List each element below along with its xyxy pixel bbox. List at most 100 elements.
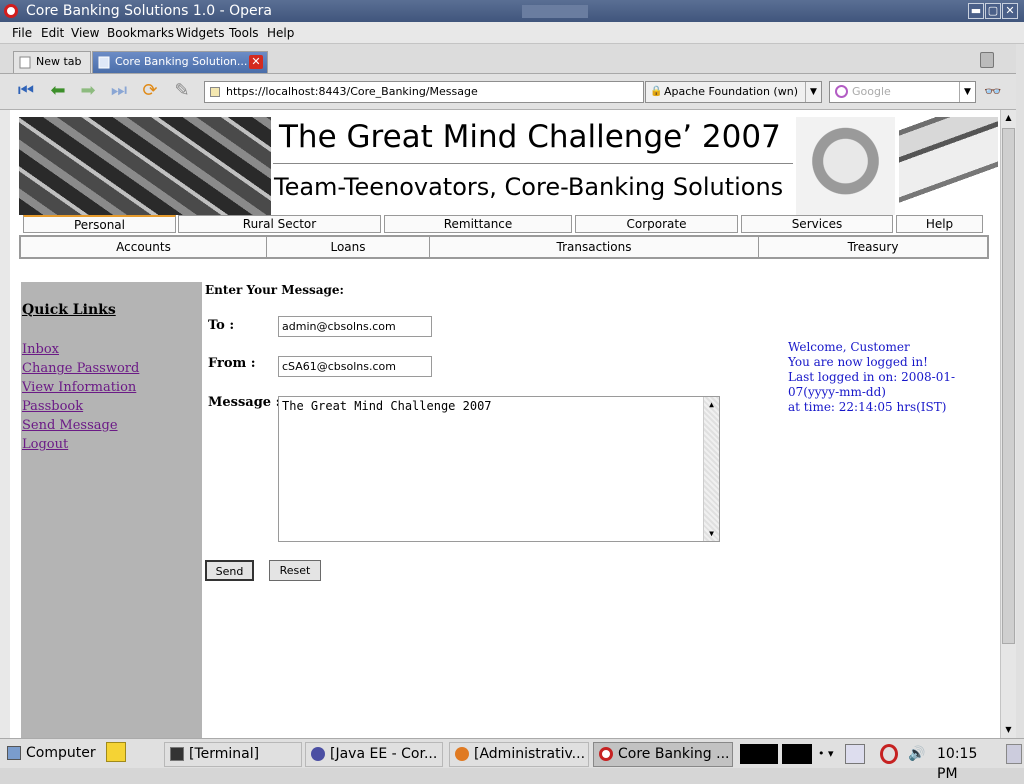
computer-icon [7, 746, 21, 760]
minimize-button[interactable]: ▬ [968, 3, 984, 19]
login-status: You are now logged in! [788, 355, 928, 369]
banner-subtitle: Team-Teenovators, Core-Banking Solutions [274, 173, 784, 201]
notes-icon[interactable] [106, 742, 126, 762]
search-engine-icon [835, 85, 848, 98]
screenshot-icon[interactable] [845, 744, 865, 764]
from-label: From : [208, 356, 256, 371]
scroll-up-icon[interactable]: ▲ [1001, 110, 1016, 126]
fast-forward-icon[interactable]: ⏭ [107, 80, 131, 102]
subtab-transactions[interactable]: Transactions [430, 237, 759, 257]
tab-bar: New tab Core Banking Solution... ✕ [0, 44, 1024, 74]
trash-icon[interactable] [980, 52, 994, 68]
computer-menu[interactable]: Computer [2, 742, 102, 767]
volume-icon[interactable]: 🔊 [908, 744, 930, 764]
textarea-scrollbar[interactable]: ▲ ▼ [703, 397, 719, 541]
menu-view[interactable]: View [71, 26, 99, 40]
from-field[interactable]: cSA61@cbsolns.com [278, 356, 432, 377]
binoculars-icon[interactable]: 👓 [984, 84, 1010, 100]
certificate-dropdown[interactable]: 🔒 Apache Foundation (wn) ▼ [645, 81, 822, 103]
search-placeholder: Google [852, 85, 891, 98]
menu-help[interactable]: Help [267, 26, 294, 40]
tab-personal[interactable]: Personal [23, 215, 176, 233]
tab-help[interactable]: Help [896, 215, 983, 233]
update-icon[interactable] [880, 744, 898, 764]
navigation-bar: ⏮ ⬅ ➡ ⏭ ⟳ ✎ https://localhost:8443/Core_… [0, 74, 1024, 110]
menubar: File Edit View Bookmarks Widgets Tools H… [0, 22, 1024, 44]
task-core-banking-label: Core Banking ... [618, 746, 730, 762]
money-stack-image [899, 117, 998, 215]
sub-navigation: Accounts Loans Transactions Treasury [19, 235, 989, 259]
link-logout[interactable]: Logout [22, 437, 68, 452]
page-icon [98, 56, 110, 69]
maximize-button[interactable]: ▢ [985, 3, 1001, 19]
task-administrative[interactable]: [Administrativ... [449, 742, 589, 767]
scrollbar-thumb[interactable] [1002, 128, 1015, 644]
tab-services[interactable]: Services [741, 215, 893, 233]
tab-new-label: New tab [36, 55, 82, 68]
tab-remittance[interactable]: Remittance [384, 215, 572, 233]
address-bar[interactable]: https://localhost:8443/Core_Banking/Mess… [204, 81, 644, 103]
opera-logo-icon [4, 4, 18, 18]
workspace-2[interactable] [782, 744, 812, 764]
chevron-down-icon[interactable]: ▼ [959, 82, 975, 102]
subtab-accounts[interactable]: Accounts [21, 237, 267, 257]
send-button[interactable]: Send [205, 560, 254, 581]
link-send-message[interactable]: Send Message [22, 418, 118, 433]
subtab-loans[interactable]: Loans [267, 237, 430, 257]
workspace-switcher-icon[interactable]: • ▾ [818, 744, 842, 764]
reload-icon[interactable]: ⟳ [138, 80, 162, 102]
tab-active-label: Core Banking Solution... [115, 55, 248, 68]
task-terminal[interactable]: [Terminal] [164, 742, 302, 767]
show-desktop-icon[interactable] [1006, 744, 1022, 764]
menu-bookmarks[interactable]: Bookmarks [107, 26, 174, 40]
quick-links-heading: Quick Links [22, 302, 116, 318]
message-textarea[interactable]: The Great Mind Challenge 2007 ▲ ▼ [278, 396, 720, 542]
tab-core-banking[interactable]: Core Banking Solution... ✕ [92, 51, 268, 73]
scroll-down-icon[interactable]: ▼ [704, 529, 719, 538]
eclipse-icon [311, 747, 325, 761]
search-field[interactable]: Google ▼ [829, 81, 976, 103]
reset-button[interactable]: Reset [269, 560, 321, 581]
computer-label: Computer [26, 745, 96, 761]
link-change-password[interactable]: Change Password [22, 361, 139, 376]
edit-pen-icon[interactable]: ✎ [170, 80, 194, 102]
link-passbook[interactable]: Passbook [22, 399, 83, 414]
banner-divider [273, 163, 793, 164]
clock[interactable]: 10:15 PM [937, 744, 1001, 782]
task-core-banking[interactable]: Core Banking ... [593, 742, 733, 767]
window-title: Core Banking Solutions 1.0 - Opera [26, 3, 272, 19]
link-view-information[interactable]: View Information [22, 380, 136, 395]
task-java-ee-label: [Java EE - Cor... [330, 746, 438, 762]
rewind-icon[interactable]: ⏮ [14, 80, 38, 102]
task-terminal-label: [Terminal] [189, 746, 260, 762]
money-roll-image [796, 117, 895, 215]
menu-tools[interactable]: Tools [229, 26, 259, 40]
last-login-date: Last logged in on: 2008-01-07(yyyy-mm-dd… [788, 370, 956, 399]
scroll-up-icon[interactable]: ▲ [704, 400, 719, 409]
to-field[interactable]: admin@cbsolns.com [278, 316, 432, 337]
page-icon [19, 56, 31, 69]
close-tab-icon[interactable]: ✕ [249, 55, 263, 69]
tab-rural-sector[interactable]: Rural Sector [178, 215, 381, 233]
task-java-ee[interactable]: [Java EE - Cor... [305, 742, 443, 767]
close-window-button[interactable]: ✕ [1002, 3, 1018, 19]
forward-arrow-icon[interactable]: ➡ [76, 80, 100, 102]
tab-new-tab[interactable]: New tab [13, 51, 91, 73]
scroll-down-icon[interactable]: ▼ [1001, 722, 1016, 738]
subtab-treasury[interactable]: Treasury [759, 237, 987, 257]
to-label: To : [208, 318, 235, 333]
welcome-line: Welcome, Customer [788, 340, 910, 354]
page-scrollbar[interactable]: ▲ ▼ [1000, 110, 1016, 738]
workspace-1[interactable] [740, 744, 778, 764]
message-label: Message : [208, 395, 281, 410]
lock-icon: 🔒 [650, 86, 663, 97]
menu-widgets[interactable]: Widgets [176, 26, 225, 40]
back-arrow-icon[interactable]: ⬅ [46, 80, 70, 102]
menu-edit[interactable]: Edit [41, 26, 64, 40]
link-inbox[interactable]: Inbox [22, 342, 59, 357]
header-banner: The Great Mind Challenge’ 2007 Team-Teen… [19, 117, 998, 215]
chevron-down-icon[interactable]: ▼ [805, 82, 821, 102]
tab-corporate[interactable]: Corporate [575, 215, 738, 233]
menu-file[interactable]: File [12, 26, 32, 40]
banner-title: The Great Mind Challenge’ 2007 [279, 119, 781, 155]
